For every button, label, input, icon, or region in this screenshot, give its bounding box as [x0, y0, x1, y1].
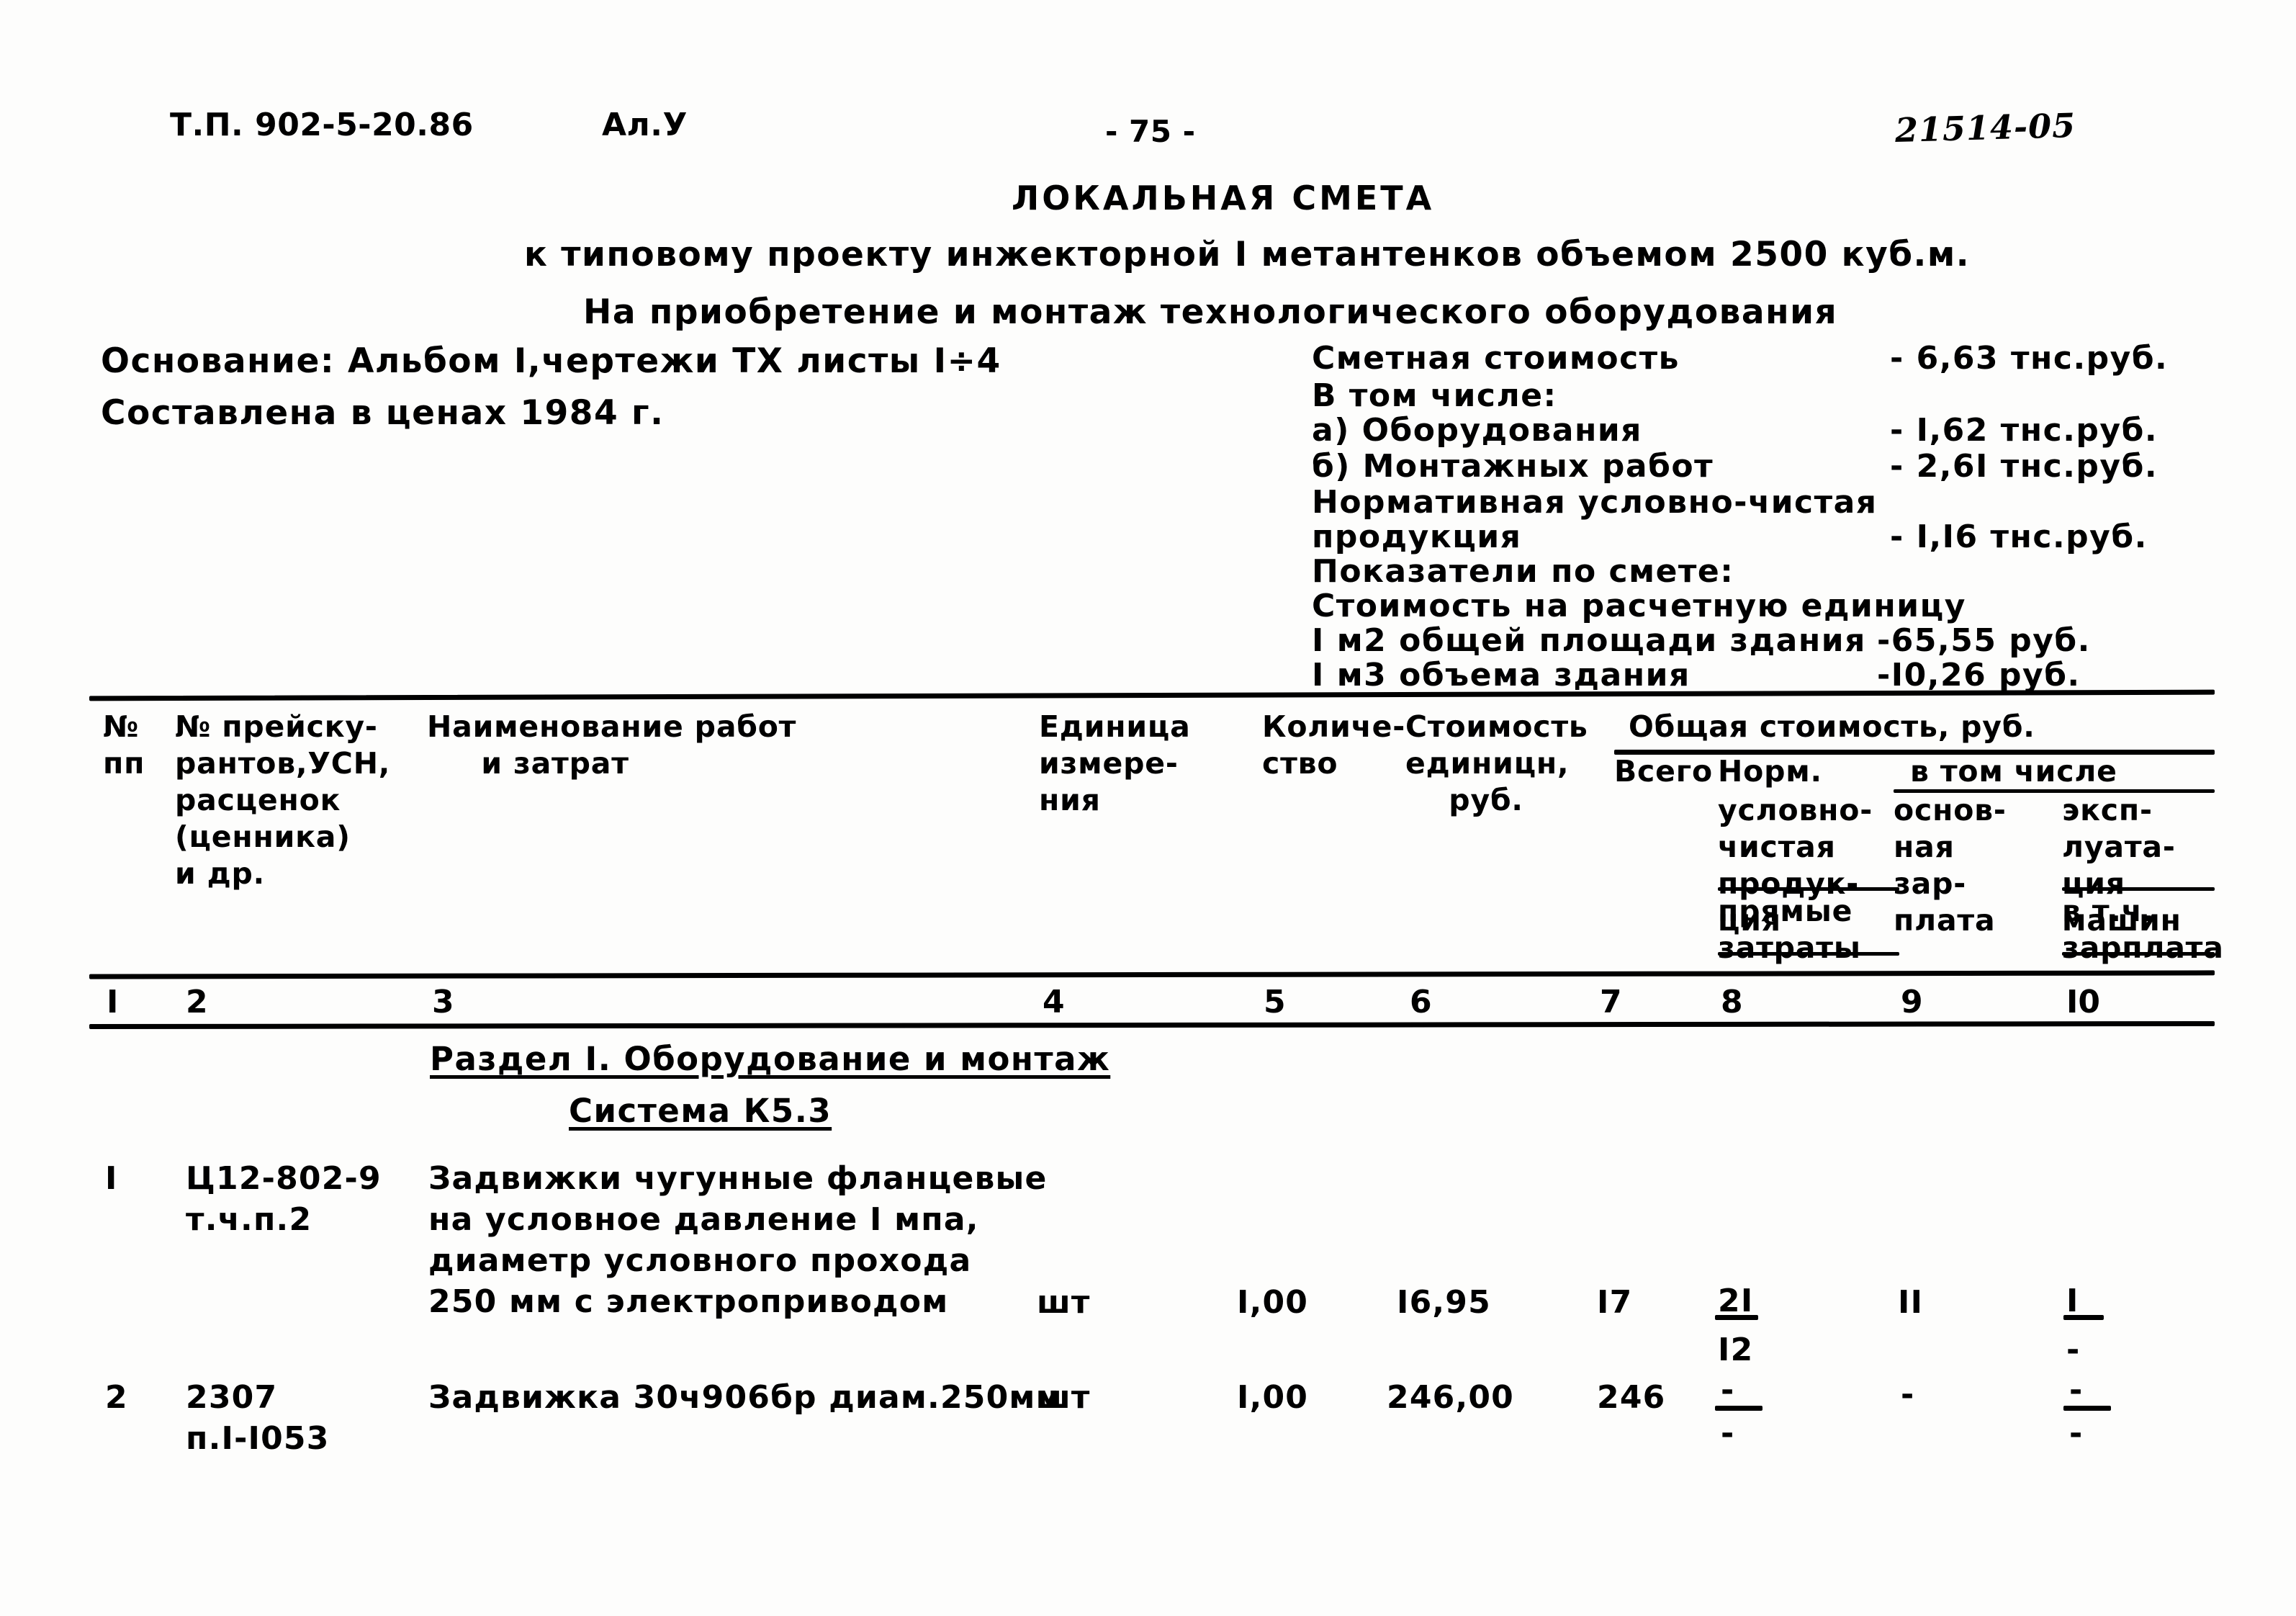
table-row: -	[2066, 1332, 2081, 1368]
column-header-norm: Норм.	[1718, 754, 1822, 789]
column-number: 8	[1721, 984, 1743, 1020]
summary-label: I м2 общей площади здания	[1312, 622, 1866, 659]
summary-value: -65,55 руб.	[1877, 622, 2091, 659]
table-row: -	[1721, 1415, 1735, 1452]
summary-label: I м3 объема здания	[1312, 657, 1691, 693]
column-number: I	[107, 984, 119, 1020]
column-number: 6	[1410, 984, 1432, 1020]
table-row: II	[1898, 1284, 1924, 1321]
column-number: 9	[1901, 984, 1923, 1020]
summary-value: - 2,6I тнс.руб.	[1890, 448, 2158, 485]
section-heading-razdel: Раздел I. Оборудование и монтаж	[430, 1040, 1111, 1078]
summary-label: б) Монтажных работ	[1312, 448, 1714, 485]
basis-line: Основание: Альбом I,чертежи ТХ листы I÷4	[101, 341, 1001, 381]
column-header-description: Наименование работ и затрат	[427, 709, 797, 781]
summary-label: Сметная стоимость	[1312, 340, 1680, 377]
column-header-pricelist: № прейску- рантов,УСН, расценок (ценника…	[175, 709, 391, 891]
summary-label: Нормативная условно-чистая	[1312, 484, 1878, 521]
fraction-rule	[2063, 1406, 2111, 1411]
column-header-direct-costs: прямые затраты	[1718, 894, 1861, 965]
column-number: I0	[2066, 984, 2100, 1020]
page-number: - 75 -	[1105, 114, 1196, 149]
table-row: 246	[1597, 1379, 1666, 1416]
table-row: 2	[105, 1379, 128, 1416]
document-subtitle: к типовому проекту инжекторной I метанте…	[524, 235, 1971, 274]
column-number: 4	[1043, 984, 1065, 1020]
summary-value: - 6,63 тнс.руб.	[1890, 340, 2169, 377]
project-code: Т.П. 902-5-20.86	[170, 107, 474, 143]
table-row: I	[105, 1160, 118, 1197]
table-row: 246,00	[1387, 1379, 1514, 1416]
document-title: ЛОКАЛЬНАЯ СМЕТА	[1012, 179, 1435, 217]
column-numbers-top-rule	[89, 970, 2215, 979]
table-row: -	[1721, 1372, 1735, 1409]
column-header-basic-wage: основ- ная зар- плата	[1894, 793, 2007, 938]
table-row: I2	[1718, 1332, 1754, 1368]
table-row: -	[1901, 1376, 1915, 1413]
archive-stamp: 21514-05	[1894, 105, 2076, 150]
column-number: 3	[432, 984, 454, 1020]
summary-label: продукция	[1312, 519, 1522, 555]
document-purpose: На приобретение и монтаж технологическог…	[583, 292, 1838, 332]
document-page: Т.П. 902-5-20.86 Ал.У - 75 - 21514-05 ЛО…	[0, 0, 2296, 1616]
column-header-total: Всего	[1614, 754, 1713, 789]
table-top-rule	[89, 689, 2215, 701]
section-heading-system: Система К5.3	[569, 1092, 832, 1130]
column-number: 5	[1264, 984, 1286, 1020]
table-row: 2307 п.I-I053	[186, 1379, 330, 1457]
summary-label: а) Оборудования	[1312, 412, 1642, 449]
column-header-incl-wage: в т.ч. зарплата	[2062, 894, 2224, 965]
table-row: шт	[1037, 1379, 1091, 1416]
column-number: 7	[1600, 984, 1622, 1020]
summary-value: - I,I6 тнс.руб.	[1890, 519, 2148, 555]
table-row: шт	[1037, 1284, 1091, 1321]
album-label: Ал.У	[602, 107, 688, 143]
column-header-quantity: Количе- ство	[1262, 709, 1406, 781]
table-row: -	[2069, 1372, 2084, 1409]
table-row: -	[2069, 1415, 2084, 1452]
prices-line: Составлена в ценах 1984 г.	[101, 393, 665, 433]
fraction-rule	[2063, 1315, 2104, 1320]
table-row: I,00	[1237, 1379, 1309, 1416]
summary-label: Показатели по смете:	[1312, 553, 1734, 590]
table-row: Задвижка 30ч906бр диам.250мм	[428, 1379, 1063, 1416]
table-row: Ц12-802-9 т.ч.п.2	[186, 1160, 382, 1238]
fraction-rule	[1715, 1406, 1762, 1411]
fraction-rule	[1715, 1315, 1758, 1320]
summary-label: Стоимость на расчетную единицу	[1312, 588, 1966, 624]
table-row: Задвижки чугунные фланцевые на условное …	[428, 1160, 1048, 1320]
column-header-unit: Единица измере- ния	[1039, 709, 1191, 817]
table-row: I,00	[1237, 1284, 1309, 1321]
column-header-unit-cost: Стоимость единицн, руб.	[1405, 709, 1588, 817]
table-row: I7	[1597, 1284, 1633, 1321]
column-numbers-bottom-rule	[89, 1020, 2215, 1030]
column-header-in-which: в том числе	[1910, 754, 2117, 789]
summary-value: -I0,26 руб.	[1877, 657, 2081, 693]
column-group-header-total: Общая стоимость, руб.	[1629, 709, 2035, 744]
summary-value: - I,62 тнс.руб.	[1890, 412, 2158, 449]
column-header-index: № пп	[103, 709, 145, 781]
table-row: I6,95	[1397, 1284, 1491, 1321]
column-number: 2	[186, 984, 208, 1020]
summary-label: В том числе:	[1312, 377, 1557, 414]
